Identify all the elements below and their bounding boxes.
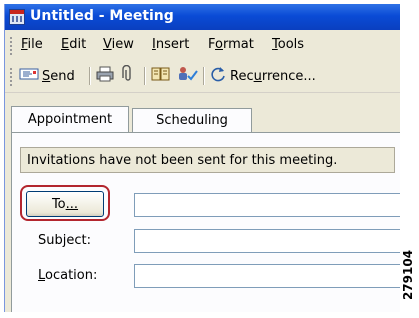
appointment-panel: Invitations have not been sent for this … bbox=[11, 132, 400, 312]
location-field[interactable] bbox=[134, 264, 400, 288]
attach-icon bbox=[122, 64, 134, 87]
menu-tools[interactable]: Tools bbox=[272, 37, 304, 52]
form-area: Appointment Scheduling Invitations have … bbox=[5, 94, 400, 312]
menubar-grip bbox=[10, 37, 12, 55]
menu-edit[interactable]: Edit bbox=[61, 37, 86, 52]
subject-label: Subject: bbox=[38, 233, 91, 248]
menu-format[interactable]: Format bbox=[208, 37, 254, 52]
check-names-icon bbox=[177, 65, 199, 87]
address-book-button[interactable] bbox=[151, 66, 171, 86]
toolbar-separator bbox=[144, 67, 146, 85]
location-label: Location: bbox=[38, 268, 98, 283]
recurrence-label: Recurrence... bbox=[230, 68, 316, 84]
recurrence-icon bbox=[209, 65, 227, 87]
attach-button[interactable] bbox=[122, 64, 134, 87]
standard-toolbar: Send Recurrence... bbox=[5, 60, 400, 93]
address-book-icon bbox=[151, 66, 171, 86]
to-field[interactable] bbox=[134, 193, 400, 217]
title-bar: Untitled - Meeting bbox=[5, 4, 400, 30]
menu-view[interactable]: View bbox=[103, 37, 134, 52]
check-names-button[interactable] bbox=[177, 66, 199, 86]
send-icon bbox=[19, 67, 39, 85]
subject-field[interactable] bbox=[134, 229, 400, 253]
to-button[interactable]: To... bbox=[26, 191, 104, 217]
tab-appointment[interactable]: Appointment bbox=[11, 106, 129, 132]
menu-insert[interactable]: Insert bbox=[152, 37, 189, 52]
toolbar-grip bbox=[10, 68, 12, 86]
menu-file[interactable]: File bbox=[21, 37, 43, 52]
meeting-window: Untitled - Meeting File Edit View Insert… bbox=[4, 4, 400, 312]
toolbar-separator bbox=[203, 67, 205, 85]
print-button[interactable] bbox=[96, 66, 114, 86]
send-label: Send bbox=[42, 68, 75, 84]
calendar-icon bbox=[9, 9, 25, 25]
window-title: Untitled - Meeting bbox=[30, 8, 174, 24]
recurrence-button[interactable]: Recurrence... bbox=[209, 66, 316, 86]
figure-id: 279104 bbox=[401, 249, 415, 301]
send-button[interactable]: Send bbox=[19, 66, 75, 86]
menu-bar: File Edit View Insert Format Tools bbox=[5, 30, 400, 60]
tab-scheduling[interactable]: Scheduling bbox=[132, 108, 252, 132]
print-icon bbox=[96, 66, 114, 86]
info-bar: Invitations have not been sent for this … bbox=[20, 147, 395, 173]
toolbar-separator bbox=[89, 67, 91, 85]
